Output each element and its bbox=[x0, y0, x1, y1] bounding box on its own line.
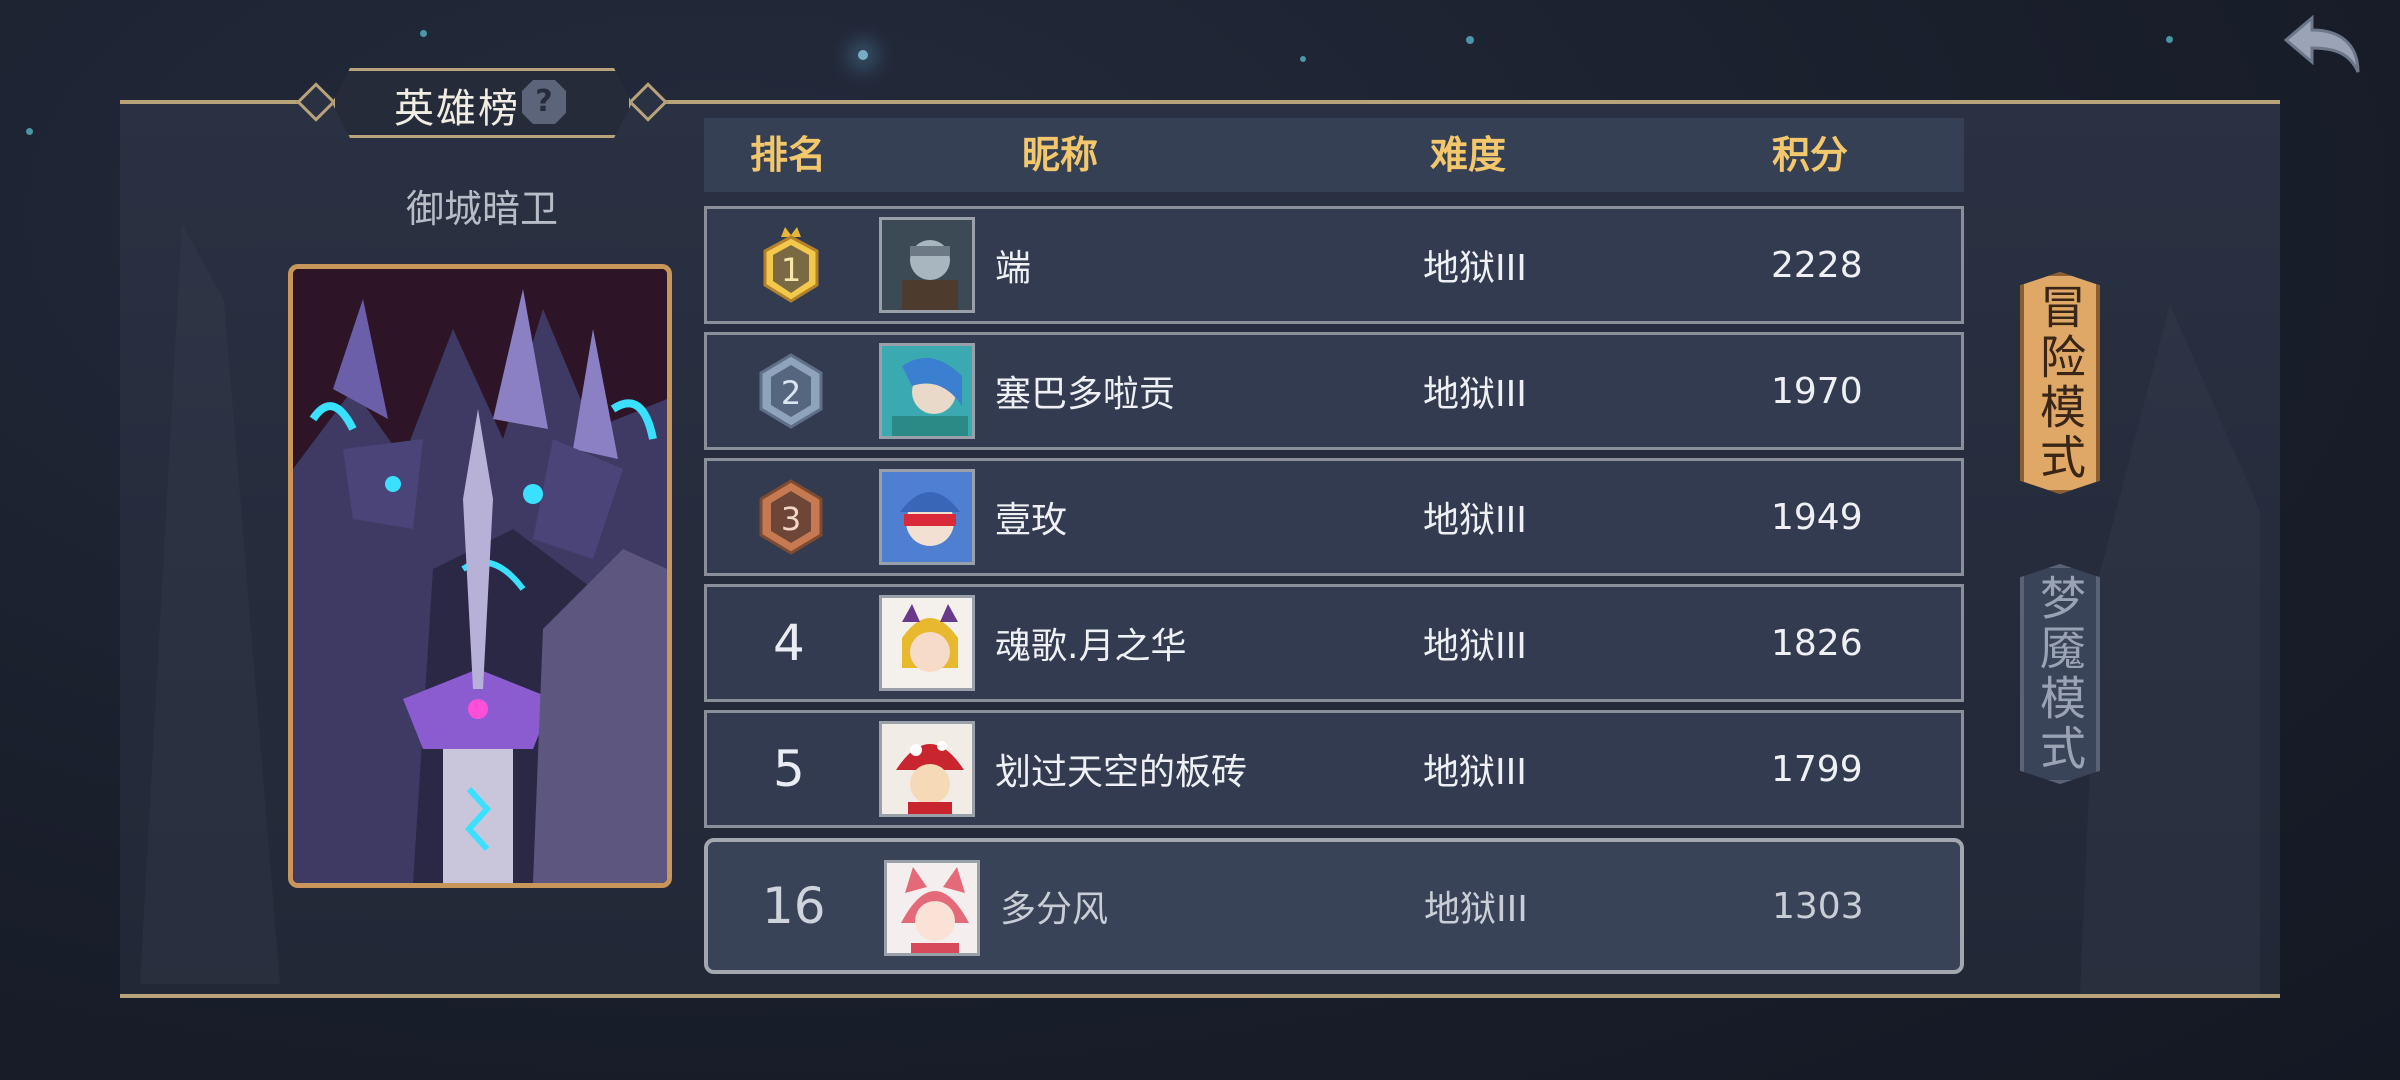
adventure-mode-button[interactable]: 冒险模式 bbox=[2020, 272, 2100, 494]
score: 1799 bbox=[1771, 748, 1863, 790]
star-decoration bbox=[1300, 56, 1306, 62]
title-ornament bbox=[296, 82, 336, 122]
nickname: 塞巴多啦贡 bbox=[995, 374, 1176, 415]
star-decoration bbox=[26, 128, 33, 135]
column-header-rank: 排名 bbox=[750, 133, 827, 177]
svg-text:1: 1 bbox=[781, 251, 801, 289]
avatar bbox=[879, 721, 975, 817]
nightmare-mode-button[interactable]: 梦魇模式 bbox=[2020, 564, 2100, 784]
table-row[interactable]: 3 壹玫 地狱III 1949 bbox=[704, 458, 1964, 576]
my-rank-row[interactable]: 16 多分风 地狱III 1303 bbox=[704, 838, 1964, 974]
column-header-nickname: 昵称 bbox=[1022, 133, 1099, 177]
castle-silhouette bbox=[2080, 304, 2260, 994]
rank-cell: 2 bbox=[751, 335, 831, 447]
column-header-difficulty: 难度 bbox=[1430, 133, 1507, 177]
difficulty: 地狱III bbox=[1424, 889, 1528, 930]
score: 2228 bbox=[1771, 244, 1863, 286]
leaderboard-title: 英雄榜 bbox=[394, 86, 520, 132]
nickname: 魂歌.月之华 bbox=[995, 626, 1187, 667]
hero-name: 御城暗卫 bbox=[405, 187, 558, 231]
nightmare-mode-label: 梦魇模式 bbox=[2033, 574, 2087, 774]
star-decoration bbox=[858, 50, 868, 60]
avatar bbox=[879, 469, 975, 565]
column-header-score: 积分 bbox=[1772, 133, 1849, 177]
rank-cell: 3 bbox=[751, 461, 831, 573]
avatar bbox=[879, 595, 975, 691]
difficulty: 地狱III bbox=[1423, 248, 1527, 289]
score: 1826 bbox=[1771, 622, 1863, 664]
difficulty: 地狱III bbox=[1423, 752, 1527, 793]
bronze-badge: 3 bbox=[759, 479, 823, 555]
castle-silhouette bbox=[140, 224, 280, 984]
rank-cell: 1 bbox=[751, 209, 831, 321]
gold-crown-badge: 1 bbox=[763, 227, 819, 303]
difficulty: 地狱III bbox=[1423, 626, 1527, 667]
rank-number: 5 bbox=[773, 740, 805, 798]
difficulty: 地狱III bbox=[1423, 374, 1527, 415]
avatar bbox=[879, 343, 975, 439]
star-decoration bbox=[2166, 36, 2173, 43]
leaderboard-title-plate: 英雄榜 ? bbox=[296, 68, 668, 138]
score: 1970 bbox=[1771, 370, 1863, 412]
dark-knight-illustration bbox=[293, 269, 667, 883]
question-mark-icon[interactable]: ? bbox=[522, 80, 566, 124]
rank-number: 16 bbox=[762, 877, 826, 935]
star-decoration bbox=[1466, 36, 1474, 44]
back-arrow-icon bbox=[2283, 14, 2360, 73]
rank-number: 4 bbox=[773, 614, 805, 672]
nickname: 多分风 bbox=[1000, 889, 1109, 930]
avatar bbox=[884, 860, 980, 956]
title-ornament bbox=[628, 82, 668, 122]
table-row[interactable]: 1 端 地狱III 2228 bbox=[704, 206, 1964, 324]
silver-badge: 2 bbox=[759, 353, 823, 429]
svg-text:3: 3 bbox=[781, 500, 801, 538]
table-row[interactable]: 2 塞巴多啦贡 地狱III 1970 bbox=[704, 332, 1964, 450]
table-header: 排名 昵称 难度 积分 bbox=[704, 118, 1964, 192]
nickname: 壹玫 bbox=[995, 500, 1068, 541]
nickname: 划过天空的板砖 bbox=[995, 752, 1248, 793]
difficulty: 地狱III bbox=[1423, 500, 1527, 541]
star-decoration bbox=[420, 30, 427, 37]
score: 1303 bbox=[1772, 885, 1864, 927]
nickname: 端 bbox=[995, 248, 1032, 289]
table-row[interactable]: 5 划过天空的板砖 地狱III 1799 bbox=[704, 710, 1964, 828]
score: 1949 bbox=[1771, 496, 1863, 538]
table-row[interactable]: 4 魂歌.月之华 地狱III 1826 bbox=[704, 584, 1964, 702]
back-button[interactable] bbox=[2280, 14, 2364, 76]
adventure-mode-label: 冒险模式 bbox=[2033, 283, 2087, 483]
avatar bbox=[879, 217, 975, 313]
svg-text:2: 2 bbox=[781, 374, 801, 412]
hero-portrait bbox=[288, 264, 672, 888]
